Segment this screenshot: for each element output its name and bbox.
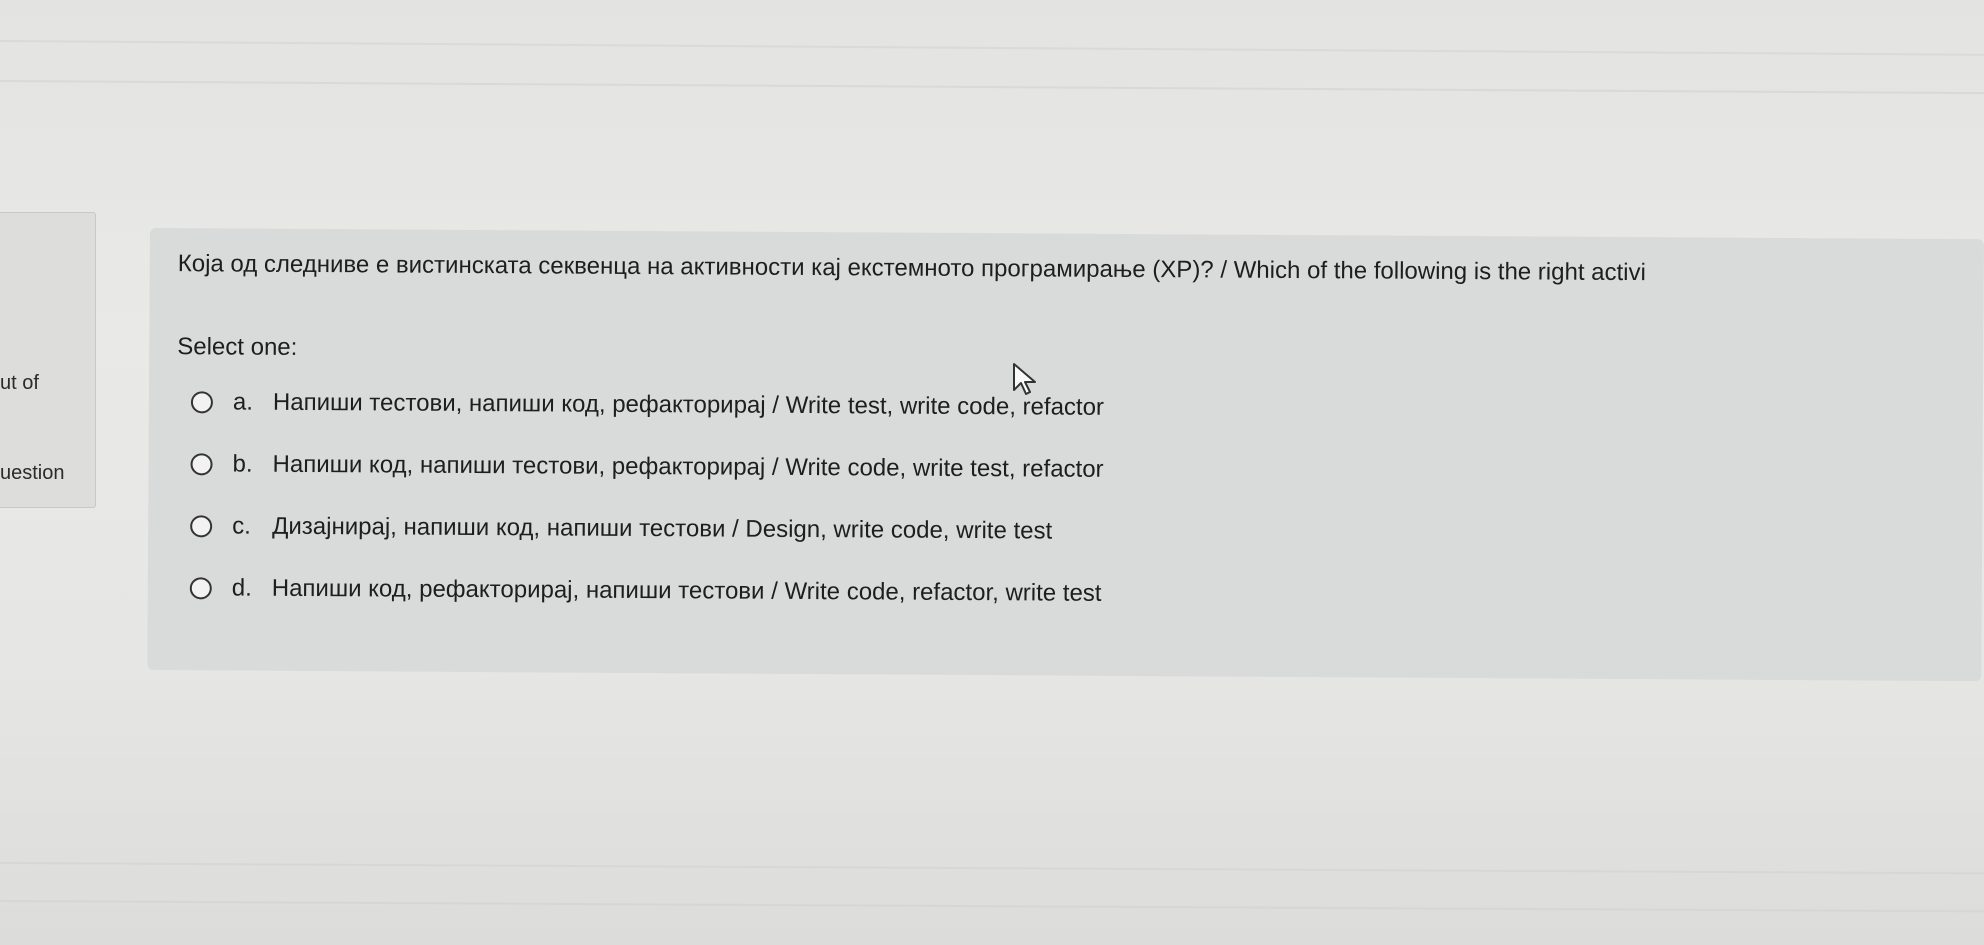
divider-line (0, 900, 1984, 913)
question-text: Која од следниве е вистинската секвенца … (177, 250, 1646, 287)
answer-label[interactable]: Дизајнирај, напиши код, напиши тестови /… (272, 513, 1052, 546)
flag-question-fragment[interactable]: uestion (0, 462, 80, 485)
divider-line (0, 862, 1984, 875)
divider-line (0, 40, 1984, 56)
answer-label[interactable]: Напиши код, напиши тестови, рефакторирај… (272, 451, 1103, 484)
answer-option-c[interactable]: c. Дизајнирај, напиши код, напиши тестов… (190, 512, 1052, 545)
answer-letter: a. (232, 388, 254, 416)
answer-letter: d. (231, 574, 252, 602)
answer-label[interactable]: Напиши код, рефакторирај, напиши тестови… (272, 575, 1102, 608)
radio-unchecked-icon[interactable] (190, 453, 213, 476)
arrow-cursor-icon (1013, 363, 1036, 395)
radio-unchecked-icon[interactable] (190, 515, 213, 538)
marked-out-of-fragment: ut of (0, 372, 39, 394)
select-one-prompt: Select one: (177, 333, 298, 361)
answer-option-d[interactable]: d. Напиши код, рефакторирај, напиши тест… (189, 574, 1102, 608)
question-box: Која од следниве е вистинската секвенца … (147, 228, 1984, 682)
divider-line (0, 80, 1984, 95)
radio-unchecked-icon[interactable] (190, 391, 214, 414)
answer-option-a[interactable]: a. Напиши тестови, напиши код, рефактори… (190, 388, 1104, 422)
answer-letter: b. (232, 450, 253, 478)
answer-label[interactable]: Напиши тестови, напиши код, рефакторирај… (273, 389, 1104, 422)
radio-unchecked-icon[interactable] (189, 577, 212, 600)
answer-option-b[interactable]: b. Напиши код, напиши тестови, рефактори… (190, 450, 1104, 484)
answer-letter: c. (232, 512, 251, 540)
